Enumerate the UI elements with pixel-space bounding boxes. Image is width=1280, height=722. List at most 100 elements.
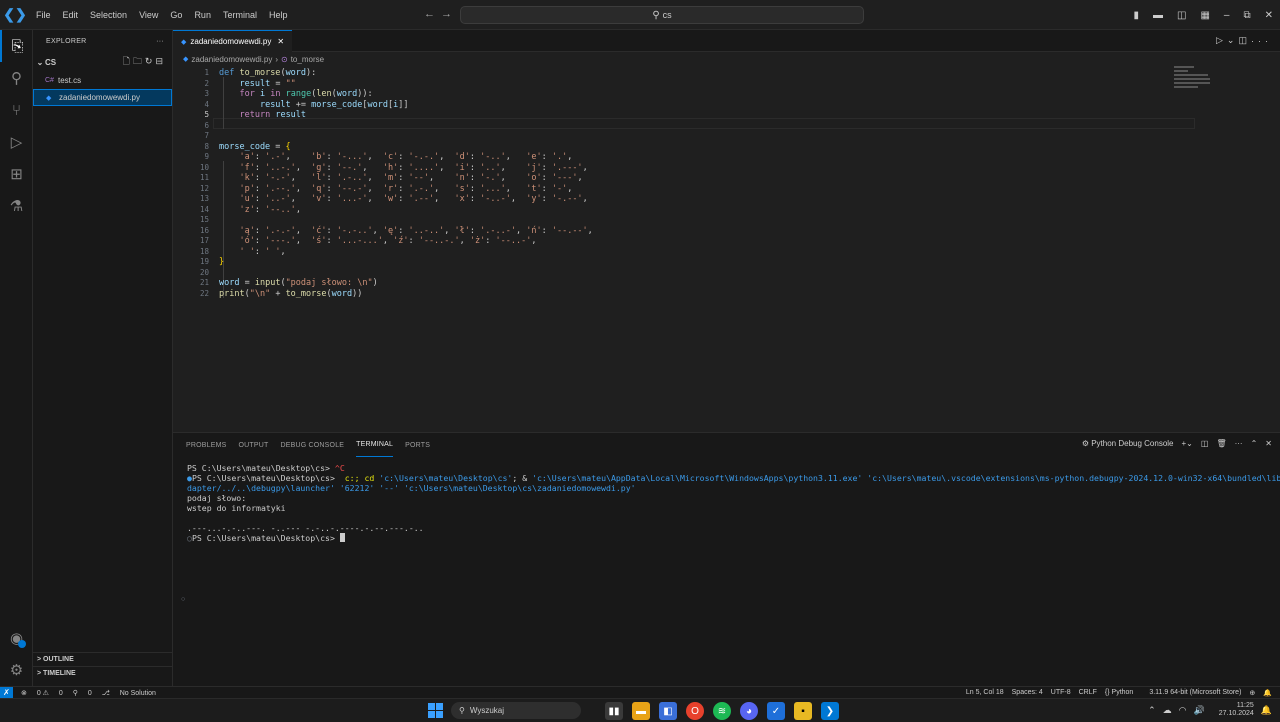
breadcrumb-file[interactable]: zadaniedomowewdi.py <box>191 55 272 64</box>
menu-edit[interactable]: Edit <box>57 0 85 30</box>
folder-actions: 🗋🗀↻⊟ <box>123 54 172 70</box>
collapse-all-icon[interactable]: ⊟ <box>155 56 166 66</box>
solution-status[interactable]: ⎇ No Solution <box>102 690 156 697</box>
refresh-icon[interactable]: ↻ <box>145 56 156 66</box>
terminal-line: PS C:\Users\mateu\Desktop\cs> ^C <box>187 463 1280 473</box>
workspace-folder[interactable]: ⌄ CS 🗋🗀↻⊟ <box>33 52 172 72</box>
forward-arrow-icon[interactable]: → <box>441 8 458 20</box>
kill-terminal-icon[interactable]: 🗑 <box>1216 439 1226 448</box>
menu-go[interactable]: Go <box>164 0 188 30</box>
restore-button[interactable]: ⧉ <box>1236 10 1257 21</box>
menu-terminal[interactable]: Terminal <box>217 0 263 30</box>
terminal-output[interactable]: PS C:\Users\mateu\Desktop\cs> ^C ●PS C:\U… <box>187 463 1280 543</box>
breadcrumb-symbol[interactable]: to_morse <box>291 55 324 64</box>
discord-icon[interactable]: ◕ <box>740 702 758 720</box>
vscode-icon[interactable]: ❯ <box>821 702 839 720</box>
close-tab-icon[interactable]: ✕ <box>277 37 284 46</box>
file-explorer-icon[interactable]: ▬ <box>632 702 650 720</box>
new-terminal-icon[interactable]: +⌄ <box>1182 439 1193 448</box>
split-editor-icon[interactable]: ◫ <box>1238 35 1251 46</box>
menu-file[interactable]: File <box>30 0 57 30</box>
code-line: } <box>219 257 225 267</box>
timeline-section[interactable]: > TIMELINE <box>33 666 173 680</box>
cursor-position[interactable]: Ln 5, Col 18 <box>966 689 1004 697</box>
minimap[interactable] <box>1174 66 1224 106</box>
source-control-icon[interactable]: ⑂ <box>0 94 33 126</box>
search-view-icon[interactable]: ⚲ <box>0 62 33 94</box>
extensions-icon[interactable]: ⊞ <box>0 158 33 190</box>
run-python-file-icon[interactable]: ▷⌄ <box>1216 35 1238 46</box>
more-actions-icon[interactable]: ··· <box>1251 36 1272 46</box>
problems-status[interactable]: ⊗ 0 ⚠ 0 <box>21 690 63 697</box>
command-center-search[interactable]: ⚲ cs <box>460 6 864 24</box>
microsoft-store-icon[interactable]: ◧ <box>659 702 677 720</box>
system-tray: ⌃ ☁ ◠ 🔊 11:25 27.10.2024 🔔 <box>1141 702 1272 718</box>
chevron-up-icon[interactable]: ⌃ <box>1148 705 1156 716</box>
opera-icon[interactable]: O <box>686 702 704 720</box>
wifi-icon[interactable]: ◠ <box>1179 705 1187 716</box>
menu-selection[interactable]: Selection <box>84 0 133 30</box>
notification-center-icon[interactable]: 🔔 <box>1261 705 1272 716</box>
code-editor[interactable]: 1 2 3 4 5 6 7 8 9 10 11 12 13 14 15 16 1… <box>173 66 1280 432</box>
toggle-secondary-sidebar-icon[interactable]: ◫ <box>1170 10 1193 21</box>
more-actions-icon[interactable]: ··· <box>1235 439 1243 448</box>
tab-ports[interactable]: PORTS <box>405 433 430 457</box>
toggle-primary-sidebar-icon[interactable]: ▮ <box>1126 10 1146 21</box>
navigation-arrows: ←→ <box>424 8 458 20</box>
sticky-notes-icon[interactable]: ▪ <box>794 702 812 720</box>
split-terminal-icon[interactable]: ◫ <box>1201 439 1209 448</box>
tab-zadaniedomowewdi-py[interactable]: ◆ zadaniedomowewdi.py ✕ <box>173 30 293 52</box>
taskbar-search[interactable]: ⚲ Wyszukaj <box>451 702 581 719</box>
encoding[interactable]: UTF-8 <box>1051 689 1071 697</box>
volume-icon[interactable]: 🔊 <box>1194 705 1205 716</box>
notifications-bell-icon[interactable]: 🔔 <box>1263 689 1272 697</box>
onedrive-icon[interactable]: ☁ <box>1163 705 1172 716</box>
tab-output[interactable]: OUTPUT <box>239 433 269 457</box>
back-arrow-icon[interactable]: ← <box>424 8 441 20</box>
customize-layout-icon[interactable]: ▦ <box>1193 10 1216 21</box>
menu-view[interactable]: View <box>133 0 164 30</box>
tab-terminal[interactable]: TERMINAL <box>356 433 394 457</box>
task-view-icon[interactable]: ▮▮ <box>605 702 623 720</box>
remote-indicator-icon[interactable]: ✗ <box>0 686 13 699</box>
end-of-line[interactable]: CRLF <box>1079 689 1097 697</box>
ports-status[interactable]: ⚲ 0 <box>73 690 92 697</box>
minimize-button[interactable]: – <box>1217 10 1237 21</box>
tab-debug-console[interactable]: DEBUG CONSOLE <box>280 433 344 457</box>
line-number: 3 <box>204 89 209 98</box>
terminal-string: 'c:\Users\mateu\AppData\Local\Microsoft\… <box>532 473 863 483</box>
menu-help[interactable]: Help <box>263 0 294 30</box>
manage-gear-icon[interactable]: ⚙ <box>0 654 33 686</box>
todo-icon[interactable]: ✓ <box>767 702 785 720</box>
language-mode[interactable]: {} Python <box>1105 689 1141 697</box>
toggle-panel-icon[interactable]: ▬ <box>1146 10 1170 21</box>
windows-start-icon[interactable] <box>428 703 443 718</box>
copilot-icon[interactable]: ⊕ <box>1249 689 1255 697</box>
menu-run[interactable]: Run <box>188 0 217 30</box>
explorer-icon[interactable]: ⎘ <box>0 30 33 62</box>
accounts-icon[interactable]: ◉ <box>0 622 33 654</box>
close-window-button[interactable]: ✕ <box>1258 10 1280 21</box>
window-controls: ▮ ▬ ◫ ▦ – ⧉ ✕ <box>1126 0 1280 30</box>
close-panel-icon[interactable]: ✕ <box>1265 439 1272 448</box>
outline-section[interactable]: > OUTLINE <box>33 652 173 666</box>
spotify-icon[interactable]: ≋ <box>713 702 731 720</box>
code-line: 'p': '.--.', 'q': '--.-', 'r': '.-.', 's… <box>239 183 573 194</box>
clock[interactable]: 11:25 27.10.2024 <box>1212 702 1254 718</box>
accounts-badge <box>18 640 26 648</box>
file-item-test-cs[interactable]: C# test.cs <box>33 72 172 89</box>
terminal-name[interactable]: Python Debug Console <box>1091 439 1173 448</box>
maximize-panel-icon[interactable]: ⌃ <box>1251 439 1258 448</box>
python-interpreter[interactable]: 3.11.9 64-bit (Microsoft Store) <box>1149 689 1241 697</box>
file-item-zadaniedomowewdi-py[interactable]: ◆ zadaniedomowewdi.py <box>33 89 172 106</box>
testing-icon[interactable]: ⚗ <box>0 190 33 222</box>
new-file-icon[interactable]: 🗋 <box>123 56 133 66</box>
explorer-more-button[interactable]: ··· <box>156 38 164 45</box>
indentation[interactable]: Spaces: 4 <box>1012 689 1043 697</box>
function-symbol-icon: ⊙ <box>281 54 288 64</box>
new-folder-icon[interactable]: 🗀 <box>133 56 145 66</box>
terminal-command: ^C <box>334 463 345 473</box>
run-debug-icon[interactable]: ▷ <box>0 126 33 158</box>
tab-problems[interactable]: PROBLEMS <box>186 433 227 457</box>
